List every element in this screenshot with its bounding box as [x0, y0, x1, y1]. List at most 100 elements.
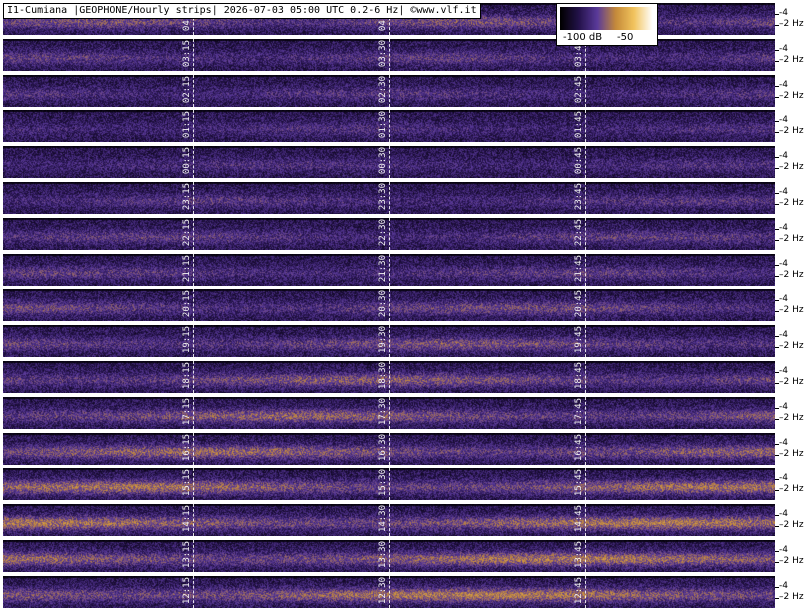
frequency-tick-label: -4	[779, 259, 788, 269]
colorbar-gradient	[560, 7, 653, 30]
frequency-tick-label: -4	[779, 545, 788, 555]
hourly-strip: 16:15 16:30 16:45	[3, 433, 775, 465]
hourly-strip: 00:15 00:30 00:45	[3, 146, 775, 178]
time-gridline	[389, 146, 390, 178]
time-gridline	[585, 325, 586, 357]
time-mark-label: 19:15	[182, 326, 192, 354]
time-mark-label: 14:45	[574, 505, 584, 533]
frequency-tick-label: –2 Hz	[779, 520, 804, 530]
hourly-strip: 21:15 21:30 21:45	[3, 254, 775, 286]
time-mark-label: 12:15	[182, 577, 192, 605]
frequency-scale: -4 –2 Hz	[775, 3, 812, 35]
time-mark-label: 01:45	[574, 111, 584, 139]
hourly-strip: 17:15 17:30 17:45	[3, 397, 775, 429]
time-mark-label: 14:30	[378, 505, 388, 533]
time-gridline	[585, 289, 586, 321]
time-gridline	[585, 361, 586, 393]
time-mark-label: 23:30	[378, 183, 388, 211]
hourly-strip: 23:15 23:30 23:45	[3, 182, 775, 214]
colorbar-label-max: -50	[617, 32, 634, 43]
time-mark-label: 00:45	[574, 147, 584, 175]
time-gridline	[585, 218, 586, 250]
time-mark-label: 01:30	[378, 111, 388, 139]
time-gridline	[389, 325, 390, 357]
frequency-tick-label: -4	[779, 44, 788, 54]
time-mark-label: 18:15	[182, 362, 192, 390]
colorbar-legend: -100 dB -50	[556, 3, 658, 46]
time-gridline	[389, 504, 390, 536]
time-mark-label: 20:45	[574, 290, 584, 318]
frequency-scale: -4 –2 Hz	[775, 110, 812, 142]
frequency-tick-label: -4	[779, 330, 788, 340]
time-gridline	[193, 361, 194, 393]
time-mark-label: 15:30	[378, 469, 388, 497]
frequency-tick-label: –2 Hz	[779, 341, 804, 351]
frequency-tick-label: –2 Hz	[779, 377, 804, 387]
hourly-strip: 20:15 20:30 20:45	[3, 289, 775, 321]
frequency-tick-label: -4	[779, 115, 788, 125]
time-gridline	[193, 39, 194, 71]
frequency-tick-label: –2 Hz	[779, 449, 804, 459]
frequency-tick-label: -4	[779, 223, 788, 233]
frequency-tick-label: –2 Hz	[779, 413, 804, 423]
time-mark-label: 12:30	[378, 577, 388, 605]
time-gridline	[193, 75, 194, 107]
time-gridline	[389, 397, 390, 429]
frequency-scale: -4 –2 Hz	[775, 540, 812, 572]
frequency-tick-label: -4	[779, 151, 788, 161]
time-mark-label: 03:15	[182, 40, 192, 68]
time-gridline	[389, 254, 390, 286]
hourly-strip: 02:15 02:30 02:45	[3, 75, 775, 107]
time-gridline	[585, 254, 586, 286]
time-gridline	[585, 504, 586, 536]
time-gridline	[193, 325, 194, 357]
time-mark-label: 13:15	[182, 541, 192, 569]
time-mark-label: 21:15	[182, 255, 192, 283]
frequency-tick-label: –2 Hz	[779, 198, 804, 208]
time-gridline	[389, 182, 390, 214]
frequency-tick-label: -4	[779, 581, 788, 591]
time-gridline	[193, 146, 194, 178]
frequency-scale: -4 –2 Hz	[775, 468, 812, 500]
frequency-scale: -4 –2 Hz	[775, 361, 812, 393]
time-gridline	[193, 468, 194, 500]
hourly-strip: 18:15 18:30 18:45	[3, 361, 775, 393]
frequency-tick-label: –2 Hz	[779, 19, 804, 29]
time-gridline	[193, 433, 194, 465]
time-gridline	[585, 75, 586, 107]
hourly-strip: 22:15 22:30 22:45	[3, 218, 775, 250]
hourly-strip: 01:15 01:30 01:45	[3, 110, 775, 142]
time-mark-label: 13:30	[378, 541, 388, 569]
time-mark-label: 22:30	[378, 219, 388, 247]
time-gridline	[193, 182, 194, 214]
time-mark-label: 20:15	[182, 290, 192, 318]
time-mark-label: 03:30	[378, 40, 388, 68]
frequency-tick-label: -4	[779, 294, 788, 304]
time-gridline	[389, 110, 390, 142]
frequency-scale: -4 –2 Hz	[775, 218, 812, 250]
frequency-scale: -4 –2 Hz	[775, 576, 812, 608]
time-mark-label: 01:15	[182, 111, 192, 139]
time-gridline	[193, 110, 194, 142]
frequency-tick-label: –2 Hz	[779, 270, 804, 280]
frequency-scale: -4 –2 Hz	[775, 146, 812, 178]
time-gridline	[193, 397, 194, 429]
time-gridline	[389, 361, 390, 393]
time-gridline	[585, 468, 586, 500]
time-mark-label: 15:15	[182, 469, 192, 497]
frequency-tick-label: –2 Hz	[779, 592, 804, 602]
frequency-scale: -4 –2 Hz	[775, 182, 812, 214]
time-mark-label: 19:45	[574, 326, 584, 354]
time-mark-label: 23:15	[182, 183, 192, 211]
time-mark-label: 13:45	[574, 541, 584, 569]
time-gridline	[193, 504, 194, 536]
time-gridline	[585, 397, 586, 429]
time-mark-label: 17:30	[378, 398, 388, 426]
time-gridline	[389, 75, 390, 107]
time-mark-label: 20:30	[378, 290, 388, 318]
frequency-tick-label: -4	[779, 366, 788, 376]
frequency-tick-label: -4	[779, 8, 788, 18]
time-gridline	[389, 289, 390, 321]
time-gridline	[585, 146, 586, 178]
frequency-tick-label: –2 Hz	[779, 484, 804, 494]
